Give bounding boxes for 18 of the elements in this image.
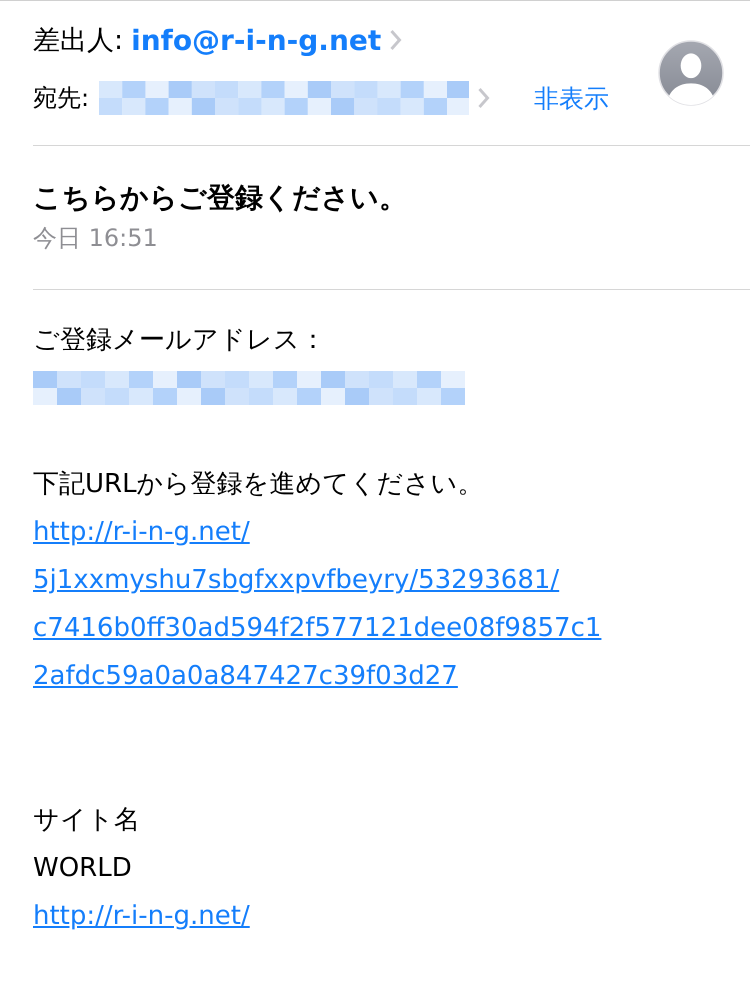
from-label: 差出人: — [33, 24, 124, 58]
email-subject: こちらからご登録ください。 — [33, 180, 408, 216]
url-link[interactable]: c7416b0ff30ad594f2f577121dee08f9857c1 — [33, 604, 602, 652]
body-text: サイト名 — [33, 804, 141, 837]
body-text: 下記URLから登録を進めてください。 — [33, 468, 485, 501]
url-link[interactable]: 2afdc59a0a0a847427c39f03d27 — [33, 652, 458, 700]
chevron-icon — [477, 87, 490, 109]
url-link[interactable]: http://r-i-n-g.net/ — [33, 508, 250, 556]
sender-address[interactable]: info@r-i-n-g.net — [131, 24, 382, 56]
avatar-icon[interactable] — [658, 40, 724, 106]
chevron-icon — [389, 29, 402, 51]
hide-link[interactable]: 非表示 — [534, 82, 610, 114]
body-text: WORLD — [33, 852, 133, 885]
url-link[interactable]: 5j1xxmyshu7sbgfxxpvfbeyry/53293681/ — [33, 556, 560, 604]
body-text: ご登録メールアドレス： — [33, 324, 327, 357]
url-link[interactable]: http://r-i-n-g.net/ — [33, 892, 250, 940]
to-label: 宛先: — [33, 83, 90, 114]
email-date: 今日 16:51 — [33, 223, 159, 254]
